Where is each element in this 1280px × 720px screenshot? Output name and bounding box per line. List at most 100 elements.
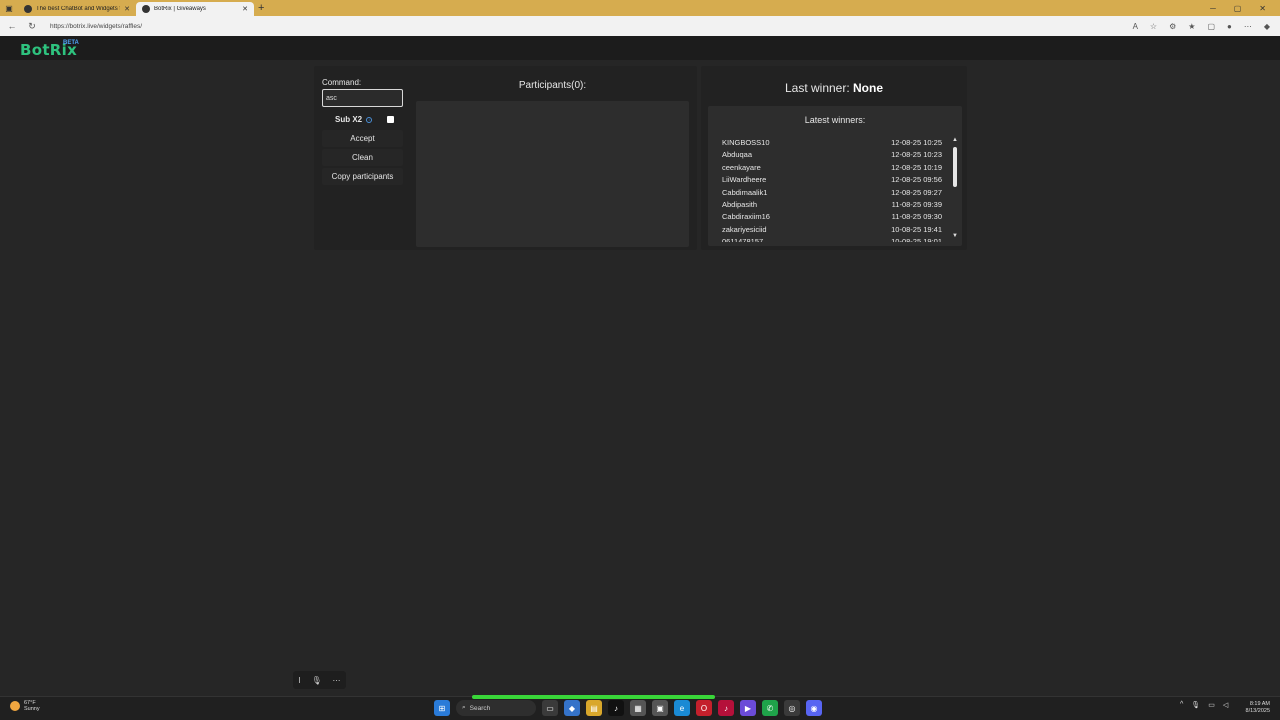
- command-input[interactable]: [322, 89, 403, 107]
- sidebar-toggle-icon[interactable]: ▣: [0, 0, 18, 16]
- winner-time: 12-08-25 10:19: [891, 162, 942, 172]
- tab-title: The best ChatBot and Widgets fo: [36, 6, 121, 12]
- network-icon[interactable]: ▭: [1208, 701, 1215, 709]
- participants-list[interactable]: [416, 101, 689, 247]
- store-icon[interactable]: ▦: [630, 700, 646, 716]
- clock[interactable]: 8:19 AM 8/13/2025: [1240, 701, 1270, 715]
- photos-icon[interactable]: ▣: [652, 700, 668, 716]
- copilot-app-icon[interactable]: ◆: [564, 700, 580, 716]
- clock-time: 8:19 AM: [1249, 701, 1270, 707]
- url-field[interactable]: https://botrix.live/widgets/raffles/: [50, 23, 142, 30]
- winner-time: 11-08-25 09:30: [891, 212, 942, 222]
- winner-name: 0611478157: [722, 237, 764, 242]
- browser-tab-bar: ▣ The best ChatBot and Widgets fo ✕ BotR…: [0, 0, 1280, 16]
- extensions-icon[interactable]: ⚙: [1169, 22, 1176, 31]
- close-tab-icon[interactable]: ✕: [242, 5, 248, 13]
- copilot-icon[interactable]: ◆: [1264, 22, 1270, 31]
- opera-icon[interactable]: O: [696, 700, 712, 716]
- task-view-icon[interactable]: ▭: [542, 700, 558, 716]
- tiktok-icon[interactable]: ♪: [608, 700, 624, 716]
- system-tray: ^ 🎙 ▭ ◁: [1180, 701, 1228, 709]
- latest-winners-title: Latest winners:: [804, 115, 866, 125]
- more-icon[interactable]: ⋯: [333, 676, 341, 685]
- scroll-down-icon[interactable]: ▼: [952, 233, 958, 239]
- accept-button[interactable]: Accept: [322, 130, 403, 147]
- search-icon: ⌕: [462, 704, 466, 711]
- floating-toolbar: I 🎙 ⋯: [293, 671, 346, 689]
- tab-title: BotRix | Giveaways: [154, 6, 206, 12]
- winner-row: ceenkayare 12-08-25 10:19: [722, 162, 942, 174]
- winner-time: 12-08-25 09:27: [891, 187, 942, 197]
- winner-row: Cabdiraxiim16 11-08-25 09:30: [722, 211, 942, 223]
- latest-winners-list[interactable]: KINGBOSS10 12-08-25 10:25 Abduqaa 12-08-25 …: [722, 137, 942, 242]
- clean-button[interactable]: Clean: [322, 149, 403, 166]
- copy-participants-button[interactable]: Copy participants: [322, 168, 403, 185]
- info-icon[interactable]: i: [366, 116, 373, 123]
- winner-row: Abdipasith 11-08-25 09:39: [722, 199, 942, 211]
- winner-time: 12-08-25 10:25: [891, 138, 942, 147]
- participants-title: Participants(0):: [518, 80, 587, 91]
- close-tab-icon[interactable]: ✕: [124, 5, 130, 13]
- maximize-button[interactable]: ▢: [1234, 4, 1242, 13]
- winner-time: 10-08-25 19:01: [891, 237, 942, 242]
- last-winner-label: Last winner:: [784, 81, 850, 95]
- tab-giveaways[interactable]: BotRix | Giveaways ✕: [136, 2, 254, 16]
- winner-time: 11-08-25 09:39: [891, 199, 942, 209]
- sub-x2-row: Sub X2 i: [322, 113, 403, 126]
- read-aloud-icon[interactable]: A: [1133, 22, 1138, 31]
- winner-time: 12-08-25 09:56: [891, 175, 942, 185]
- beta-badge: BETA: [63, 40, 79, 46]
- winner-row: 0611478157 10-08-25 19:01: [722, 236, 942, 242]
- tiktok-studio-icon[interactable]: ♪: [718, 700, 734, 716]
- tray-mic-icon[interactable]: 🎙: [1191, 701, 1200, 709]
- profile-icon[interactable]: ●: [1227, 22, 1232, 31]
- winner-row: KINGBOSS10 12-08-25 10:25: [722, 137, 942, 149]
- refresh-icon[interactable]: ↻: [26, 21, 38, 32]
- start-icon[interactable]: ⊞: [434, 700, 450, 716]
- volume-icon[interactable]: ◁: [1223, 701, 1228, 709]
- winner-name: Cabdiraxiim16: [722, 212, 770, 222]
- more-options-icon[interactable]: ⋯: [1244, 22, 1252, 31]
- tray-overflow-icon[interactable]: ^: [1180, 701, 1183, 709]
- clock-date: 8/13/2025: [1245, 708, 1270, 714]
- new-tab-button[interactable]: +: [258, 2, 264, 14]
- file-explorer-icon[interactable]: ▤: [586, 700, 602, 716]
- winner-name: LiiWardheere: [722, 175, 767, 185]
- winner-name: ceenkayare: [722, 162, 761, 172]
- favorites-icon[interactable]: ★: [1188, 22, 1195, 31]
- latest-winners-box: Latest winners: KINGBOSS10 12-08-25 10:25…: [708, 106, 962, 246]
- tab-favicon: [142, 5, 150, 13]
- winner-name: KINGBOSS10: [722, 138, 770, 147]
- close-window-button[interactable]: ✕: [1259, 4, 1266, 13]
- winner-name: Cabdimaalik1: [722, 187, 768, 197]
- tab-chatbot[interactable]: The best ChatBot and Widgets fo ✕: [18, 2, 136, 16]
- tab-favicon: [24, 5, 32, 13]
- winner-name: zakariyesiciid: [722, 224, 767, 234]
- last-winner: Last winner: None: [701, 81, 967, 95]
- last-winner-value: None: [853, 81, 884, 95]
- site-header: BotRix BETA: [0, 36, 1280, 60]
- back-icon[interactable]: ←: [6, 21, 18, 31]
- winner-name: Abdipasith: [722, 199, 758, 209]
- microphone-icon[interactable]: 🎙: [312, 676, 322, 685]
- whatsapp-icon[interactable]: ✆: [762, 700, 778, 716]
- scrollbar-thumb[interactable]: [953, 147, 957, 187]
- address-bar: ← ↻ https://botrix.live/widgets/raffles/…: [0, 16, 1280, 36]
- chrome-icon[interactable]: ◎: [784, 700, 800, 716]
- winner-row: Cabdimaalik1 12-08-25 09:27: [722, 187, 942, 199]
- window-controls: ─ ▢ ✕: [1210, 4, 1280, 13]
- winner-time: 10-08-25 19:41: [891, 224, 942, 234]
- sub-x2-checkbox[interactable]: [387, 116, 394, 123]
- favorite-star-icon[interactable]: ☆: [1150, 22, 1157, 31]
- discord-icon[interactable]: ◉: [806, 700, 822, 716]
- video-app-icon[interactable]: ▶: [740, 700, 756, 716]
- minimize-button[interactable]: ─: [1210, 4, 1216, 13]
- cursor-icon[interactable]: I: [298, 676, 300, 685]
- scroll-up-icon[interactable]: ▲: [952, 137, 958, 143]
- winner-row: zakariyesiciid 10-08-25 19:41: [722, 224, 942, 236]
- edge-icon[interactable]: e: [674, 700, 690, 716]
- taskbar-search[interactable]: ⌕ Search: [456, 700, 536, 716]
- taskbar-apps: ⊞ ⌕ Search ▭ ◆ ▤ ♪ ▦ ▣ e O ♪ ▶ ✆ ◎ ◉: [434, 699, 822, 717]
- weather-widget[interactable]: 67°F Sunny: [10, 700, 40, 712]
- collections-icon[interactable]: ▢: [1207, 22, 1215, 31]
